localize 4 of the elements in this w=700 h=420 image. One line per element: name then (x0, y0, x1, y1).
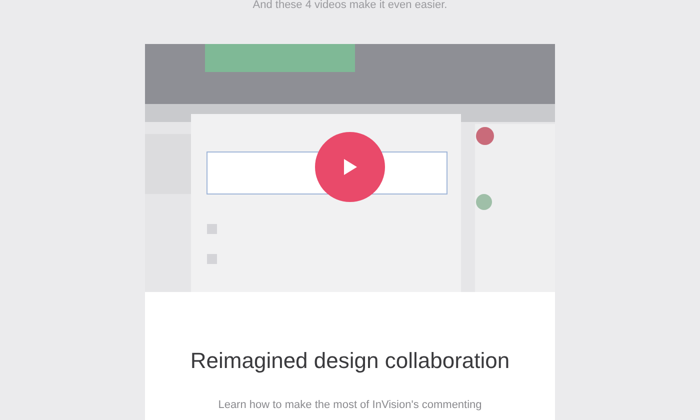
description: Learn how to make the most of InVision's commenting (218, 398, 482, 413)
heading: Reimagined design collaboration (190, 347, 510, 375)
play-icon (342, 158, 358, 176)
intro-text: And these 4 videos make it even easier. (252, 0, 448, 13)
